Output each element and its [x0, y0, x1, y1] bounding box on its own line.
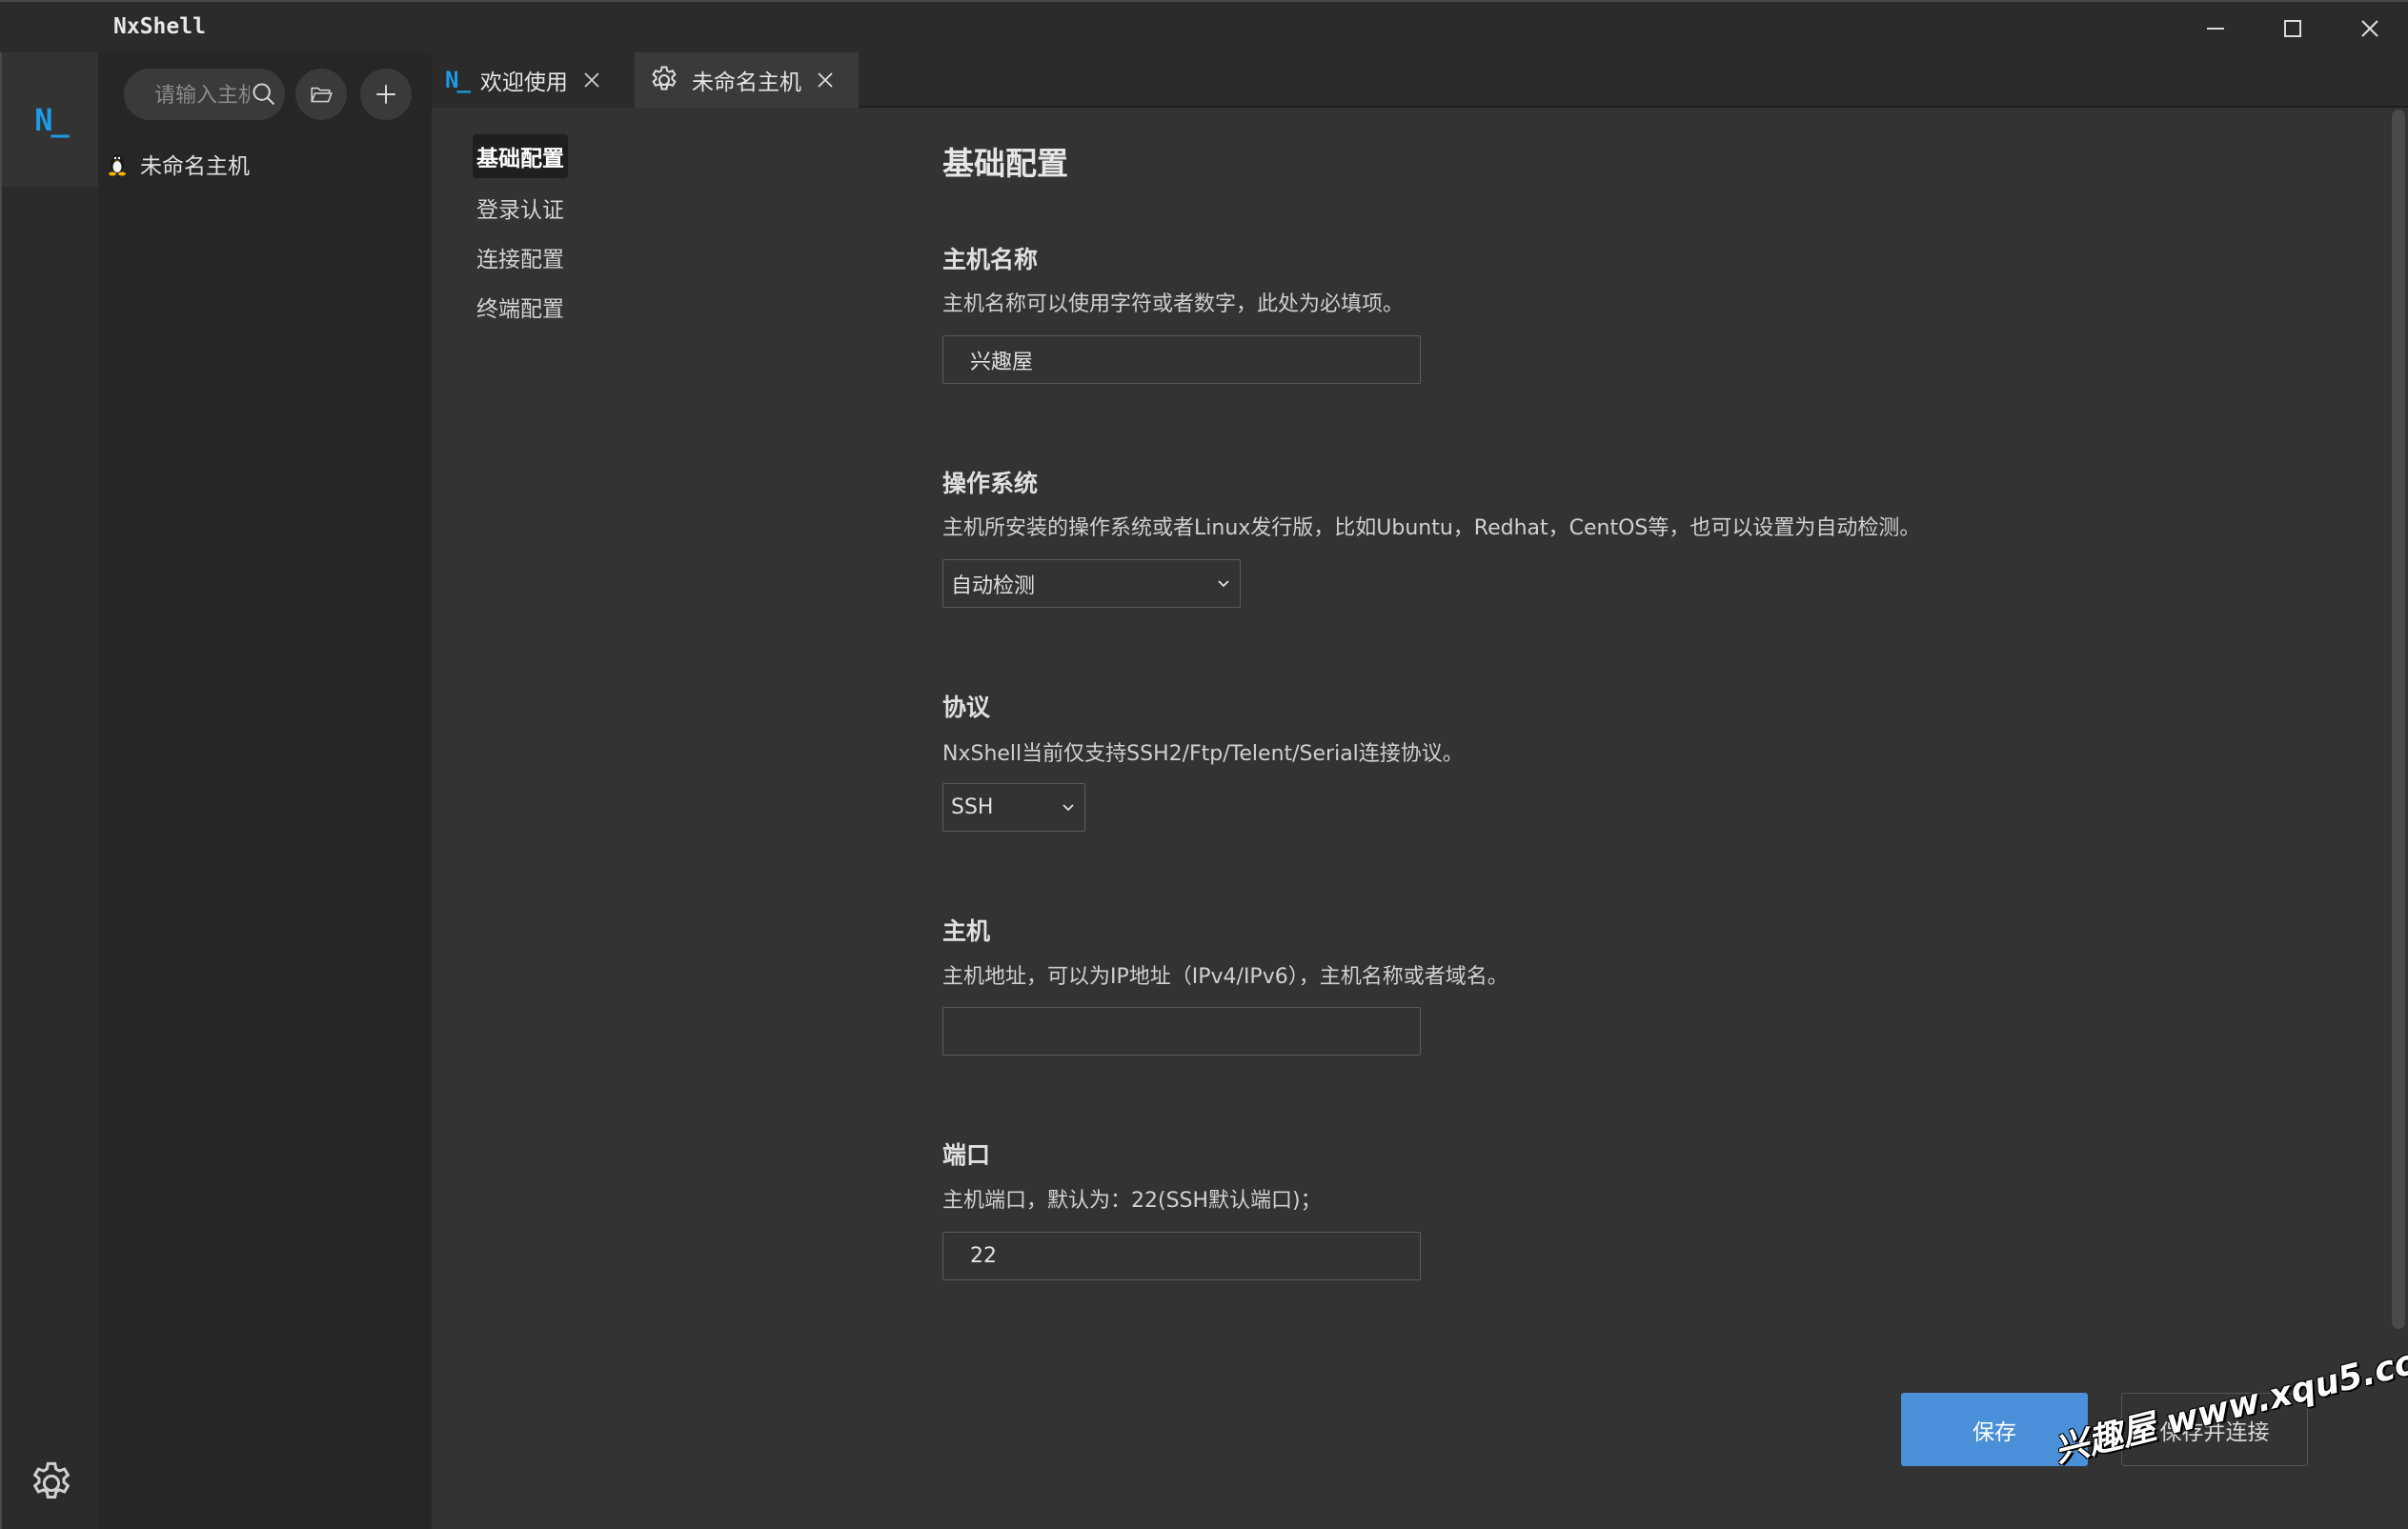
tab-welcome[interactable]: N_ 欢迎使用 [432, 52, 635, 108]
host-name-label: 主机名称 [942, 246, 1039, 273]
os-select-value: 自动检测 [951, 573, 1036, 598]
host-list-item-label: 未命名主机 [140, 154, 250, 179]
port-desc: 主机端口，默认为：22(SSH默认端口)； [942, 1189, 1322, 1213]
search-input[interactable] [152, 80, 252, 111]
port-label: 端口 [942, 1141, 991, 1169]
save-button[interactable]: 保存 [1901, 1393, 2088, 1466]
protocol-label: 协议 [942, 694, 991, 721]
chevron-down-icon [1062, 803, 1074, 811]
folder-open-icon [311, 87, 333, 103]
protocol-select-value: SSH [951, 795, 994, 819]
os-label: 操作系统 [942, 470, 1039, 497]
close-icon [2361, 19, 2378, 37]
close-tab-icon[interactable] [815, 70, 836, 91]
open-folder-button[interactable] [295, 69, 347, 120]
gear-icon [32, 1461, 71, 1499]
plus-icon [376, 85, 395, 104]
section-title: 基础配置 [942, 145, 1068, 182]
add-host-button[interactable] [360, 69, 412, 120]
terminal-activity-item[interactable]: N_ [2, 52, 100, 187]
host-config-panel: 基础配置 登录认证 连接配置 终端配置 基础配置 主机名称 主机名称可以使用字符… [432, 108, 2408, 1529]
nav-connection-config[interactable]: 连接配置 [473, 235, 568, 279]
nav-terminal-config[interactable]: 终端配置 [473, 285, 568, 329]
nav-login-auth[interactable]: 登录认证 [473, 186, 568, 230]
minimize-button[interactable] [2177, 2, 2254, 54]
host-list-item[interactable]: 未命名主机 [106, 143, 420, 185]
gear-icon [652, 66, 677, 91]
linux-penguin-icon [109, 154, 126, 176]
content-scrollbar[interactable] [2392, 110, 2405, 1329]
host-name-desc: 主机名称可以使用字符或者数字，此处为必填项。 [942, 292, 1405, 316]
app-title: NxShell [113, 14, 206, 39]
chevron-down-icon [1218, 579, 1229, 587]
tab-bar: N_ 欢迎使用 未命名主机 [432, 52, 2408, 108]
host-address-label: 主机 [942, 917, 991, 945]
nav-basic-config[interactable]: 基础配置 [473, 134, 568, 178]
minimize-icon [2207, 27, 2224, 30]
search-box[interactable] [124, 69, 285, 120]
terminal-logo-icon: N_ [445, 67, 471, 93]
maximize-icon [2284, 19, 2301, 37]
close-tab-icon[interactable] [581, 70, 602, 91]
host-name-input[interactable] [942, 335, 1421, 384]
host-address-desc: 主机地址，可以为IP地址（IPv4/IPv6），主机名称或者域名。 [942, 965, 1508, 989]
maximize-button[interactable] [2255, 2, 2331, 54]
save-and-connect-button[interactable]: 保存并连接 [2121, 1393, 2308, 1466]
tab-unnamed-host-label: 未命名主机 [692, 70, 801, 95]
title-bar: NxShell [0, 0, 2408, 52]
host-address-input[interactable] [942, 1007, 1421, 1056]
close-window-button[interactable] [2332, 2, 2408, 54]
os-select[interactable]: 自动检测 [942, 559, 1241, 608]
search-icon[interactable] [251, 81, 277, 108]
activity-bar: N_ [0, 52, 100, 1529]
tab-unnamed-host[interactable]: 未命名主机 [635, 52, 859, 108]
port-input[interactable] [942, 1232, 1421, 1280]
app-logo: N_ [34, 101, 70, 138]
settings-button[interactable] [27, 1459, 76, 1508]
os-desc: 主机所安装的操作系统或者Linux发行版，比如Ubuntu，Redhat，Cen… [942, 516, 1921, 540]
protocol-select[interactable]: SSH [942, 783, 1085, 832]
tab-welcome-label: 欢迎使用 [479, 70, 568, 95]
host-side-panel: 未命名主机 [98, 52, 432, 1529]
protocol-desc: NxShell当前仅支持SSH2/Ftp/Telent/Serial连接协议。 [942, 742, 1464, 766]
